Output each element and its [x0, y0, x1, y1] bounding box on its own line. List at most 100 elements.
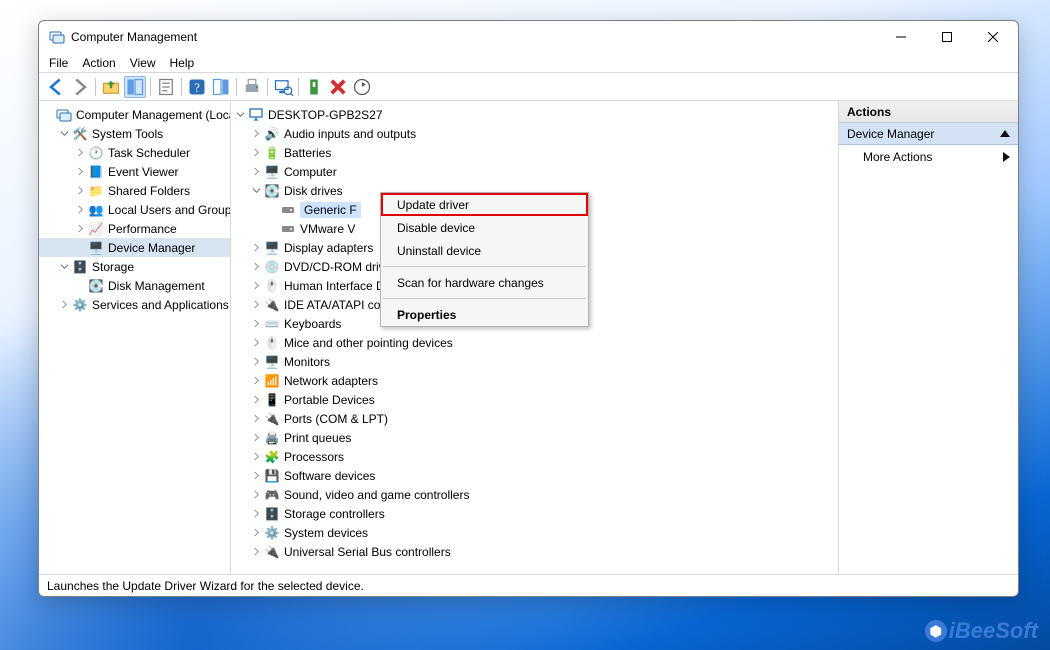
device-category[interactable]: 📶Network adapters — [231, 371, 838, 390]
device-category[interactable]: 🗄️Storage controllers — [231, 504, 838, 523]
device-category[interactable]: 🔌Universal Serial Bus controllers — [231, 542, 838, 561]
category-icon: 📱 — [264, 392, 280, 408]
caret-icon[interactable] — [249, 298, 263, 312]
caret-icon[interactable] — [249, 469, 263, 483]
device-category[interactable]: 🖨️Print queues — [231, 428, 838, 447]
caret-icon[interactable] — [249, 412, 263, 426]
help-button[interactable]: ? — [186, 76, 208, 98]
caret-icon[interactable] — [249, 355, 263, 369]
caret-down-icon[interactable] — [57, 260, 71, 274]
device-category[interactable]: 🔋Batteries — [231, 143, 838, 162]
caret-icon[interactable] — [249, 336, 263, 350]
tree-label: Performance — [108, 222, 177, 236]
category-icon: 💾 — [264, 468, 280, 484]
device-category[interactable]: 🔌Ports (COM & LPT) — [231, 409, 838, 428]
print-button[interactable] — [241, 76, 263, 98]
tree-local-users[interactable]: 👥 Local Users and Groups — [39, 200, 230, 219]
caret-down-icon[interactable] — [57, 127, 71, 141]
caret-right-icon[interactable] — [73, 222, 87, 236]
caret-icon[interactable] — [249, 260, 263, 274]
tree-performance[interactable]: 📈 Performance — [39, 219, 230, 238]
up-folder-button[interactable] — [100, 76, 122, 98]
caret-icon[interactable] — [249, 279, 263, 293]
properties-button[interactable] — [155, 76, 177, 98]
back-button[interactable] — [45, 76, 67, 98]
device-root[interactable]: DESKTOP-GPB2S27 — [231, 105, 838, 124]
caret-right-icon[interactable] — [73, 203, 87, 217]
caret-icon[interactable] — [249, 545, 263, 559]
caret-icon[interactable] — [249, 507, 263, 521]
device-category[interactable]: 🖱️Mice and other pointing devices — [231, 333, 838, 352]
caret-icon[interactable] — [249, 393, 263, 407]
tree-label: Portable Devices — [284, 393, 375, 407]
caret-icon[interactable] — [249, 184, 263, 198]
caret-down-icon[interactable] — [233, 108, 247, 122]
close-button[interactable] — [970, 22, 1016, 52]
tree-label: Keyboards — [284, 317, 341, 331]
ctx-update-driver[interactable]: Update driver — [381, 193, 588, 216]
ctx-uninstall-device[interactable]: Uninstall device — [381, 239, 588, 262]
enable-device-button[interactable] — [303, 76, 325, 98]
device-category[interactable]: 🎮Sound, video and game controllers — [231, 485, 838, 504]
caret-right-icon[interactable] — [57, 298, 71, 312]
show-hide-tree-button[interactable] — [124, 76, 146, 98]
menu-view[interactable]: View — [130, 56, 156, 70]
show-hide-action-pane-button[interactable] — [210, 76, 232, 98]
console-tree[interactable]: Computer Management (Local) 🛠️ System To… — [39, 101, 230, 560]
device-category[interactable]: 🧩Processors — [231, 447, 838, 466]
device-manager-pane: DESKTOP-GPB2S27 🔊Audio inputs and output… — [230, 101, 838, 574]
tree-label: Display adapters — [284, 241, 373, 255]
ibeesoft-watermark: ⬢ iBeeSoft — [925, 618, 1038, 644]
collapse-up-icon[interactable] — [1000, 130, 1010, 137]
caret-right-icon[interactable] — [73, 165, 87, 179]
scan-hardware-button[interactable] — [272, 76, 294, 98]
tree-services-apps[interactable]: ⚙️ Services and Applications — [39, 295, 230, 314]
caret-icon[interactable] — [249, 317, 263, 331]
tree-shared-folders[interactable]: 📁 Shared Folders — [39, 181, 230, 200]
caret-icon[interactable] — [249, 241, 263, 255]
tree-system-tools[interactable]: 🛠️ System Tools — [39, 124, 230, 143]
caret-icon[interactable] — [249, 450, 263, 464]
ctx-scan-hardware[interactable]: Scan for hardware changes — [381, 271, 588, 294]
tree-label: Ports (COM & LPT) — [284, 412, 388, 426]
caret-right-icon[interactable] — [73, 184, 87, 198]
caret-icon[interactable] — [249, 526, 263, 540]
menu-help[interactable]: Help — [170, 56, 195, 70]
menu-file[interactable]: File — [49, 56, 68, 70]
device-tree[interactable]: DESKTOP-GPB2S27 🔊Audio inputs and output… — [231, 101, 838, 574]
device-context-menu: Update driver Disable device Uninstall d… — [380, 192, 589, 327]
caret-right-icon[interactable] — [73, 146, 87, 160]
caret-icon[interactable] — [249, 165, 263, 179]
caret-icon[interactable] — [249, 488, 263, 502]
tree-device-manager[interactable]: 🖥️ Device Manager — [39, 238, 230, 257]
update-driver-button[interactable] — [351, 76, 373, 98]
ctx-properties[interactable]: Properties — [381, 303, 588, 326]
tree-task-scheduler[interactable]: 🕐 Task Scheduler — [39, 143, 230, 162]
tree-root-computermanagement[interactable]: Computer Management (Local) — [39, 105, 230, 124]
device-category[interactable]: 🔊Audio inputs and outputs — [231, 124, 838, 143]
device-category[interactable]: 📱 Portable Devices — [231, 390, 838, 409]
left-scrollbar[interactable] — [39, 560, 230, 574]
device-category[interactable]: 💾Software devices — [231, 466, 838, 485]
device-category[interactable]: ⚙️System devices — [231, 523, 838, 542]
actions-more-actions[interactable]: More Actions — [839, 145, 1018, 169]
caret-icon[interactable] — [249, 146, 263, 160]
caret-icon[interactable] — [249, 127, 263, 141]
tree-storage[interactable]: 🗄️ Storage — [39, 257, 230, 276]
minimize-button[interactable] — [878, 22, 924, 52]
device-category[interactable]: 🖥️Computer — [231, 162, 838, 181]
caret-icon[interactable] — [249, 374, 263, 388]
caret-icon[interactable] — [249, 431, 263, 445]
titlebar[interactable]: Computer Management — [39, 21, 1018, 53]
forward-button[interactable] — [69, 76, 91, 98]
menu-action[interactable]: Action — [82, 56, 115, 70]
tree-label: Monitors — [284, 355, 330, 369]
uninstall-device-button[interactable] — [327, 76, 349, 98]
tree-label: System Tools — [92, 127, 163, 141]
tree-event-viewer[interactable]: 📘 Event Viewer — [39, 162, 230, 181]
actions-section[interactable]: Device Manager — [839, 123, 1018, 145]
ctx-disable-device[interactable]: Disable device — [381, 216, 588, 239]
device-category[interactable]: 🖥️Monitors — [231, 352, 838, 371]
maximize-button[interactable] — [924, 22, 970, 52]
tree-disk-management[interactable]: 💽 Disk Management — [39, 276, 230, 295]
